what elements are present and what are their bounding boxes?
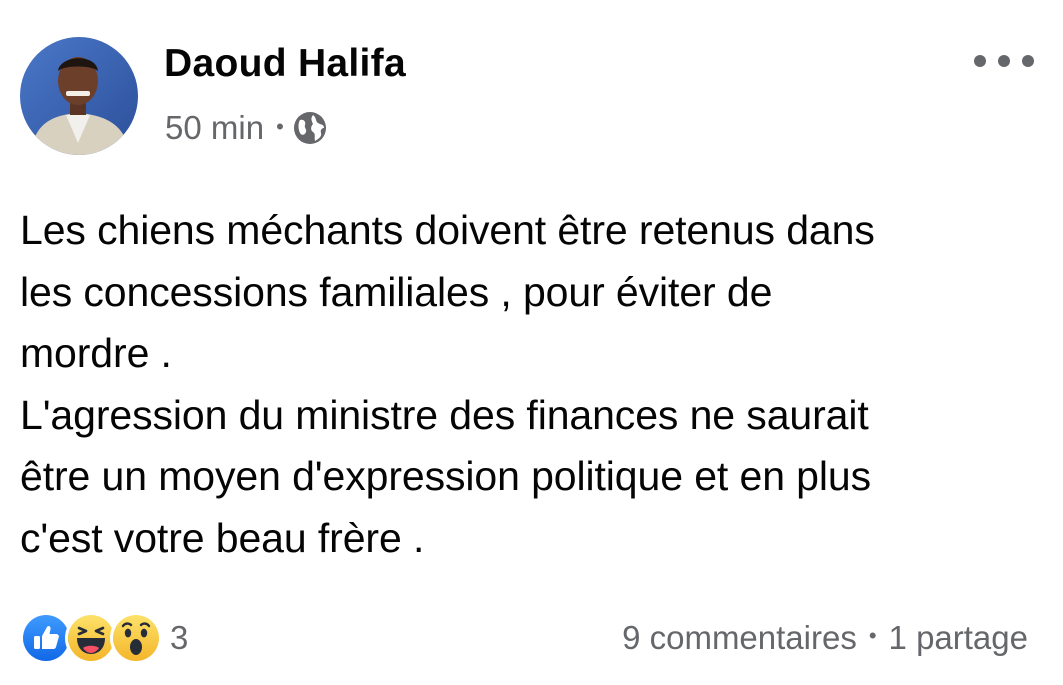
meta-separator: • [276,114,284,139]
post-text-line: les concessions familiales , pour éviter… [20,268,773,315]
more-dot [974,55,986,67]
reactions-summary[interactable]: 3 [20,612,188,664]
facebook-post: Daoud Halifa 50 min • Les chiens méchant… [0,0,1063,685]
post-body: Les chiens méchants doivent être retenus… [20,200,1050,569]
post-text-line: être un moyen d'expression politique et … [20,453,871,499]
comments-count-link[interactable]: 9 commentaires [622,619,857,657]
more-dot [1022,55,1034,67]
post-timestamp[interactable]: 50 min [165,109,264,147]
post-stats: 9 commentaires • 1 partage [622,612,1028,664]
post-text-line: L'agression du ministre des finances ne … [20,391,869,438]
reaction-count: 3 [170,619,189,656]
profile-photo [20,37,138,155]
stats-separator: • [868,623,877,648]
author-name[interactable]: Daoud Halifa [164,42,406,86]
shares-count-link[interactable]: 1 partage [889,619,1028,657]
post-meta: 50 min • [165,108,327,148]
post-text-line: Les chiens méchants doivent être retenus… [20,207,875,253]
post-header: Daoud Halifa 50 min • [20,37,1040,157]
globe-icon[interactable] [293,111,327,145]
more-dot [998,55,1010,67]
more-options-icon[interactable] [974,49,1034,73]
post-text-line: mordre . [20,330,172,376]
post-footer: 3 9 commentaires • 1 partage [20,612,1028,664]
avatar[interactable] [20,37,138,155]
wow-icon [110,612,162,664]
post-text-line: c'est votre beau frère . [20,514,425,561]
